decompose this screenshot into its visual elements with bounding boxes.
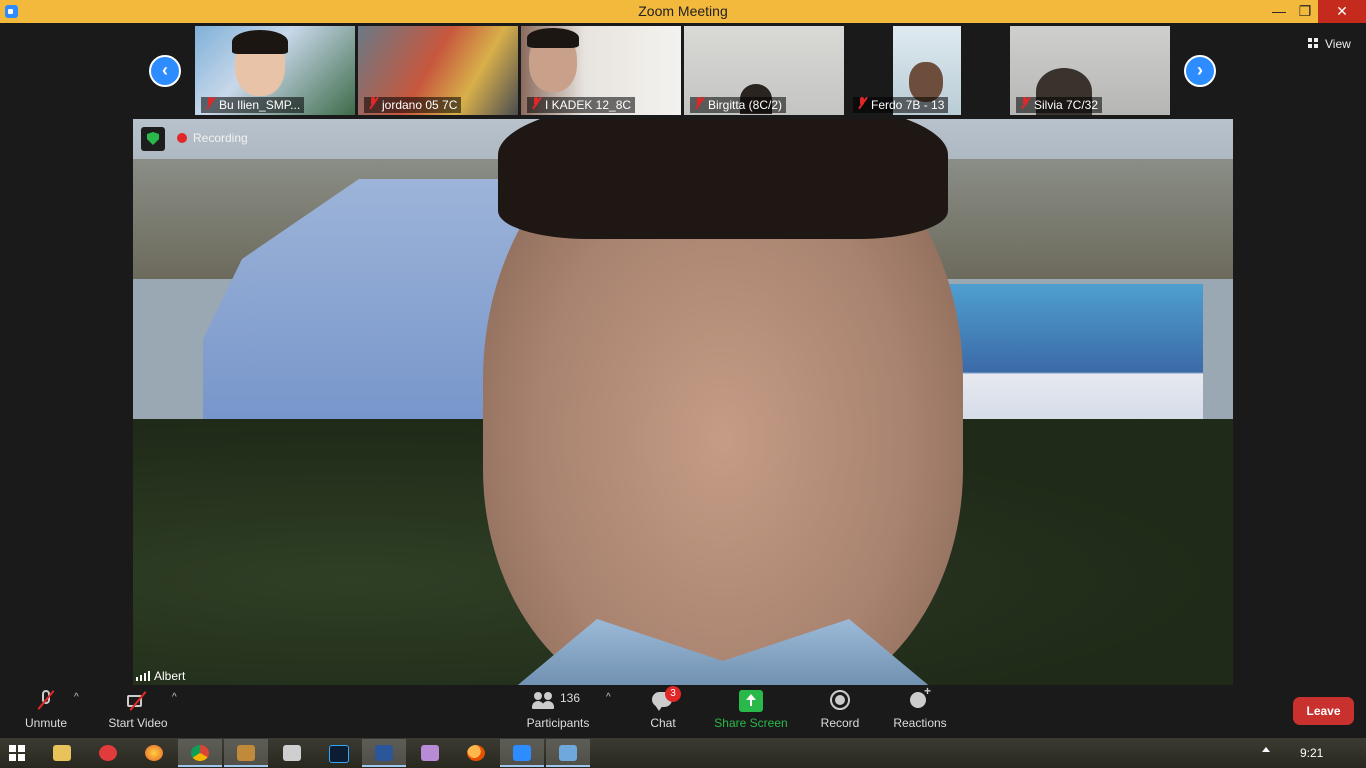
participant-name-text: Ferdo 7B - 13 [871,98,945,112]
tray-expand-icon[interactable] [1262,747,1270,752]
meeting-toolbar: Unmute ^ Start Video ^ 136 Participants … [0,684,1366,738]
participants-label: Participants [526,716,590,730]
file-explorer-icon[interactable] [40,739,84,767]
screen-recorder-icon[interactable] [86,739,130,767]
unmute-label: Unmute [24,716,68,730]
muted-mic-icon [857,97,867,109]
start-video-button[interactable]: Start Video [106,690,170,734]
share-screen-icon [739,690,763,712]
participant-name: jordano 05 7C [364,97,462,113]
gallery-prev-button[interactable]: ‹ [149,55,181,87]
winrar-icon[interactable] [408,739,452,767]
chrome-icon[interactable] [178,739,222,767]
speaker-name: Albert [154,669,186,683]
participant-name: Bu Ilien_SMP... [201,97,305,113]
recording-indicator[interactable]: Recording [177,131,248,145]
recording-dot-icon [177,133,187,143]
close-button[interactable]: ✕ [1318,0,1366,23]
audio-options-caret[interactable]: ^ [74,692,79,703]
participants-button[interactable]: 136 Participants [524,690,592,734]
windows-taskbar: 9:21 [0,738,1366,768]
participant-name-text: Birgitta (8C/2) [708,98,783,112]
leave-button[interactable]: Leave [1293,697,1354,725]
windows-start-icon[interactable] [9,745,25,761]
start-video-label: Start Video [108,716,168,730]
share-screen-button[interactable]: Share Screen [712,690,790,734]
record-button[interactable]: Record [814,690,866,734]
participant-name-text: jordano 05 7C [382,98,458,112]
firefox-icon[interactable] [132,739,176,767]
record-label: Record [820,716,860,730]
participant-hair [232,30,288,54]
muted-mic-icon [205,97,215,109]
muted-mic-icon [694,97,704,109]
participant-name: I KADEK 12_8C [527,97,636,113]
participants-icon [532,690,556,712]
video-off-icon [126,690,150,712]
muted-mic-icon [531,97,541,109]
participant-name: Silvia 7C/32 [1016,97,1103,113]
speaker-hair [498,119,948,239]
grid-view-icon [1308,38,1318,48]
image-viewer-icon[interactable] [224,739,268,767]
chat-label: Chat [650,716,676,730]
muted-mic-icon [368,97,378,109]
participants-count: 136 [560,691,581,705]
view-label: View [1325,37,1351,51]
participant-tile[interactable]: Birgitta (8C/2) [684,26,844,115]
remote-desktop-icon[interactable] [546,739,590,767]
search-icon[interactable] [454,739,498,767]
participant-hair [527,28,579,48]
video-options-caret[interactable]: ^ [172,692,177,703]
window-title: Zoom Meeting [638,3,728,19]
participant-tile[interactable]: jordano 05 7C [358,26,518,115]
reactions-icon [908,684,932,712]
participants-options-caret[interactable]: ^ [606,692,611,703]
signal-strength-icon [136,671,150,681]
chat-unread-badge: 3 [665,686,681,702]
participant-name: Ferdo 7B - 13 [853,97,949,113]
participant-tile[interactable]: Bu Ilien_SMP... [195,26,355,115]
recording-label: Recording [193,131,248,145]
participant-name-text: Silvia 7C/32 [1034,98,1099,112]
photoshop-icon[interactable] [316,739,360,767]
word-icon[interactable] [362,739,406,767]
encryption-shield-icon[interactable] [141,127,165,151]
video-editor-icon[interactable] [270,739,314,767]
share-screen-label: Share Screen [714,716,788,730]
view-button[interactable]: View [1304,35,1358,53]
participant-face [909,62,943,102]
muted-microphone-icon [34,690,58,712]
title-bar: Zoom Meeting — ❐ ✕ [0,0,1366,23]
chat-icon: 3 [651,686,681,712]
participant-name-text: I KADEK 12_8C [545,98,632,112]
participant-gallery: ‹ Bu Ilien_SMP... jordano 05 7C I KADEK … [0,23,1366,118]
reactions-button[interactable]: Reactions [890,684,950,734]
unmute-button[interactable]: Unmute [18,690,74,734]
speaker-name-tag: Albert [136,669,185,683]
record-icon [828,690,852,712]
participant-tile[interactable]: Silvia 7C/32 [1010,26,1170,115]
gallery-next-button[interactable]: › [1184,55,1216,87]
participant-tile[interactable]: I KADEK 12_8C [521,26,681,115]
participant-tile[interactable]: Ferdo 7B - 13 [847,26,1007,115]
taskbar-clock[interactable]: 9:21 [1300,746,1323,760]
reactions-label: Reactions [893,716,947,730]
muted-mic-icon [1020,97,1030,109]
active-speaker-video[interactable]: Recording Albert [133,119,1233,685]
chat-button[interactable]: 3 Chat [640,686,686,734]
maximize-button[interactable]: ❐ [1290,0,1320,23]
participant-name: Birgitta (8C/2) [690,97,787,113]
participant-name-text: Bu Ilien_SMP... [219,98,301,112]
zoom-icon[interactable] [500,739,544,767]
